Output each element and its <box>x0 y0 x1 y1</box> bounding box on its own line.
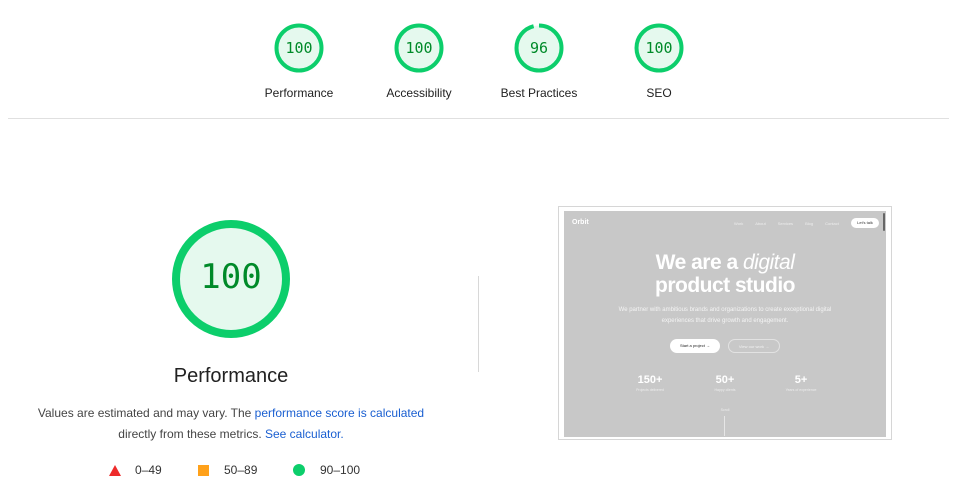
gauge-seo[interactable]: 100 SEO <box>604 22 714 100</box>
gauge-ring: 96 <box>513 22 565 74</box>
gauge-label: Accessibility <box>386 86 452 100</box>
gauge-label: Best Practices <box>500 86 578 100</box>
gauge-score: 96 <box>529 39 549 57</box>
site-headline: We are a digital product studio <box>564 251 886 297</box>
legend-range: 50–89 <box>224 463 258 477</box>
category-summary: 100 Performance 100 Accessibility 96 Bes… <box>0 0 957 118</box>
description-text: directly from these metrics. <box>118 427 262 441</box>
circle-icon <box>293 464 305 476</box>
site-stat: 150+ Projects delivered <box>615 374 685 392</box>
description-text: Values are estimated and may vary. The <box>37 406 255 420</box>
scroll-line <box>724 416 725 436</box>
legend-fail: 0–49 <box>109 462 162 478</box>
final-screenshot[interactable]: Orbit Work About Services Blog Contact L… <box>558 206 892 440</box>
gauge-score: 100 <box>285 39 313 57</box>
performance-score-link[interactable]: performance score is calculated <box>255 406 424 420</box>
gauge-ring: 100 <box>393 22 445 74</box>
site-subheadline: We partner with ambitious brands and org… <box>618 307 832 324</box>
screenshot-image: Orbit Work About Services Blog Contact L… <box>564 211 886 437</box>
headline-text: We are a <box>655 251 743 274</box>
gauge-accessibility[interactable]: 100 Accessibility <box>364 22 474 100</box>
performance-description: Values are estimated and may vary. The p… <box>20 403 442 445</box>
gauge-label: SEO <box>646 86 672 100</box>
site-stat: 5+ Years of experience <box>766 374 836 392</box>
site-nav: Work About Services Blog Contact <box>734 221 839 226</box>
stat-value: 50+ <box>715 374 735 386</box>
gauge-performance[interactable]: 100 Performance <box>244 22 354 100</box>
section-divider <box>8 118 949 119</box>
performance-title: Performance <box>173 365 289 387</box>
triangle-icon <box>109 464 121 476</box>
performance-score: 100 <box>200 257 262 297</box>
stat-value: 5+ <box>794 374 808 386</box>
site-cta: Let's talk <box>851 218 879 228</box>
square-icon <box>198 464 209 476</box>
legend-range: 90–100 <box>320 463 361 477</box>
stat-label: Projects delivered <box>636 388 664 392</box>
gauge-score: 100 <box>645 39 673 57</box>
site-stat: 50+ Happy clients <box>690 374 760 392</box>
performance-gauge-large: 100 <box>170 218 292 340</box>
nav-item: Services <box>777 221 794 226</box>
site-primary-button: Start a project → <box>670 339 720 353</box>
legend-range: 0–49 <box>135 463 162 477</box>
nav-item: Work <box>734 221 744 226</box>
vertical-divider <box>478 276 479 372</box>
gauge-score: 100 <box>405 39 433 57</box>
stat-label: Years of experience <box>785 388 817 392</box>
nav-item: Contact <box>825 221 839 226</box>
site-secondary-button: View our work → <box>728 339 780 353</box>
legend-pass: 90–100 <box>293 462 360 478</box>
stat-label: Happy clients <box>714 388 736 392</box>
legend-average: 50–89 <box>198 462 257 478</box>
gauge-best-practices[interactable]: 96 Best Practices <box>484 22 594 100</box>
see-calculator-link[interactable]: See calculator. <box>265 427 344 441</box>
nav-item: About <box>755 221 766 226</box>
scrollbar <box>883 213 885 231</box>
gauge-ring: 100 <box>633 22 685 74</box>
gauge-ring: 100 <box>273 22 325 74</box>
scroll-hint: Scroll <box>720 408 730 412</box>
stat-value: 150+ <box>637 374 663 386</box>
headline-text: product studio <box>655 274 795 297</box>
nav-item: Blog <box>805 221 814 226</box>
gauge-label: Performance <box>264 86 334 100</box>
headline-em: digital <box>742 251 795 274</box>
site-logo: Orbit <box>572 219 589 226</box>
